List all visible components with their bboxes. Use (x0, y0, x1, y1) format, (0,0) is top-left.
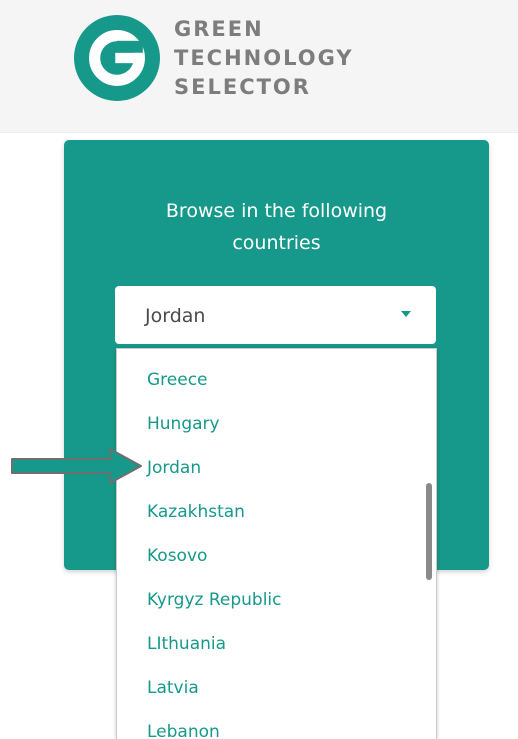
country-option-lithuania[interactable]: LIthuania (117, 622, 436, 666)
country-select[interactable]: Jordan (115, 286, 436, 344)
caret-down-icon (401, 311, 411, 317)
country-option-hungary[interactable]: Hungary (117, 402, 436, 446)
country-option-latvia[interactable]: Latvia (117, 666, 436, 710)
dropdown-scrollbar-thumb[interactable] (426, 483, 432, 580)
logo-line-technology: TECHNOLOGY (174, 46, 354, 70)
country-select-value: Jordan (145, 305, 206, 327)
site-header: GREEN TECHNOLOGY SELECTOR (0, 0, 518, 133)
country-option-greece[interactable]: Greece (117, 358, 436, 402)
logo-line-selector: SELECTOR (174, 75, 311, 99)
country-option-jordan[interactable]: Jordan (117, 446, 436, 490)
pointer-arrow-icon (11, 448, 142, 484)
country-option-kosovo[interactable]: Kosovo (117, 534, 436, 578)
browse-title-line-2: countries (232, 232, 321, 254)
logo-line-green: GREEN (174, 17, 264, 41)
logo-wordmark[interactable]: GREEN TECHNOLOGY SELECTOR (174, 15, 354, 102)
browse-title: Browse in the following countries (64, 195, 489, 259)
country-option-kyrgyz-republic[interactable]: Kyrgyz Republic (117, 578, 436, 622)
browse-title-line-1: Browse in the following (165, 200, 388, 222)
country-option-kazakhstan[interactable]: Kazakhstan (117, 490, 436, 534)
country-dropdown-list[interactable]: Greece Hungary Jordan Kazakhstan Kosovo … (116, 348, 437, 739)
g-logo-icon[interactable] (74, 15, 160, 101)
country-option-lebanon[interactable]: Lebanon (117, 710, 436, 739)
